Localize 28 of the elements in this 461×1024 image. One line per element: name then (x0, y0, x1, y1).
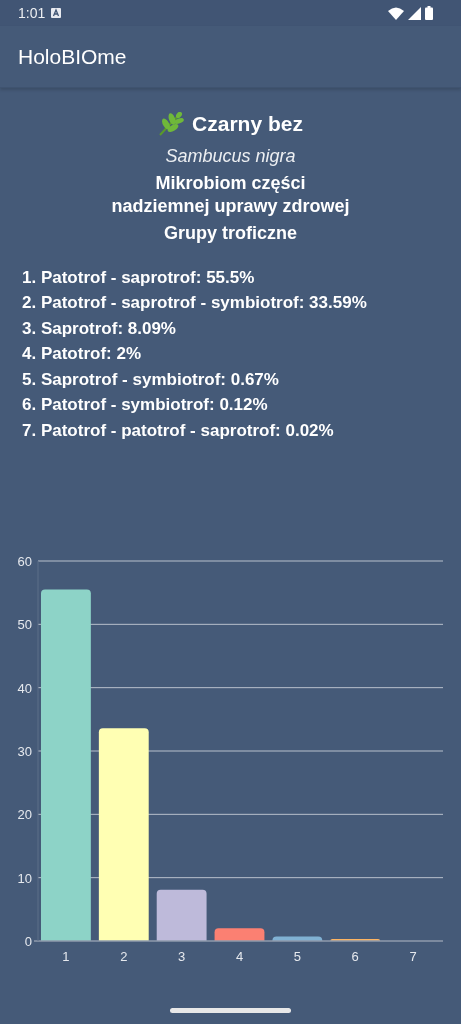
y-tick-label: 10 (17, 870, 32, 886)
subtitle-line: nadziemnej uprawy zdrowej (111, 194, 350, 218)
list-item: 2. Patotrof - saprotrof - symbiotrof: 33.59% (22, 292, 367, 314)
list-item: 3. Saprotrof: 8.09% (22, 317, 176, 340)
x-tick-label: 5 (293, 948, 301, 964)
x-tick-label: 1 (62, 948, 70, 964)
x-tick-label: 7 (409, 948, 417, 964)
latin-name: Sambucus nigra (165, 144, 296, 168)
y-tick-label: 0 (24, 933, 32, 949)
y-tick-label: 40 (17, 680, 32, 696)
list-item: 4. Patotrof: 2% (22, 343, 142, 365)
x-tick-label: 3 (178, 948, 186, 964)
x-tick-label: 2 (120, 948, 128, 964)
list-item: 5. Saprotrof - symbiotrof: 0.67% (22, 368, 279, 391)
app-title: HoloBIOme (18, 43, 127, 70)
list-item: 7. Patotrof - patotrof - saprotrof: 0.02% (22, 419, 334, 442)
list-item: 1. Patotrof - saprotrof: 55.5% (22, 266, 255, 289)
x-tick-label: 6 (351, 948, 359, 964)
y-tick-label: 20 (17, 806, 32, 822)
y-tick-label: 30 (17, 743, 32, 759)
plant-name: Czarny bez (192, 111, 303, 137)
x-tick-label: 4 (235, 948, 244, 964)
y-tick-label: 50 (17, 616, 32, 632)
list-item: 6. Patotrof - symbiotrof: 0.12% (22, 394, 268, 416)
section-heading: Grupy troficzne (164, 221, 297, 245)
subtitle-line: Mikrobiom części (155, 171, 306, 195)
y-tick-label: 60 (17, 553, 32, 569)
status-time: 1:01 (18, 3, 46, 23)
